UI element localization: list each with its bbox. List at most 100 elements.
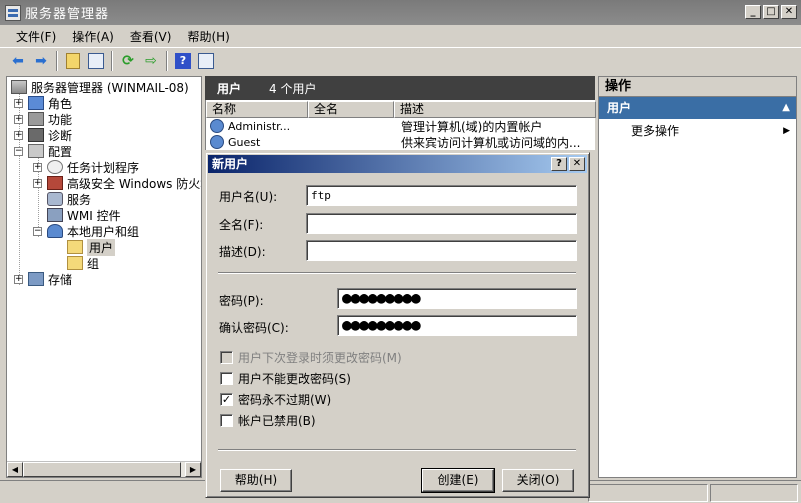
- tree-node-label: 角色: [48, 96, 73, 111]
- scroll-left-icon[interactable]: ◀: [7, 462, 23, 477]
- tree-node-firewall[interactable]: + 高级安全 Windows 防火墙: [33, 175, 202, 191]
- password-never-expires-checkbox-row[interactable]: ✓ 密码永不过期(W): [220, 391, 331, 408]
- tree-node-label: 本地用户和组: [67, 224, 140, 239]
- toolbar-separator: [56, 51, 58, 71]
- tree-node-roles[interactable]: + 角色: [14, 95, 72, 111]
- expand-icon[interactable]: +: [14, 274, 23, 284]
- cannot-change-password-checkbox-row[interactable]: 用户不能更改密码(S): [220, 370, 351, 387]
- export-list-icon[interactable]: ⇨: [141, 51, 161, 71]
- fullname-field[interactable]: [306, 213, 577, 234]
- tree-node-wmi[interactable]: WMI 控件: [47, 207, 121, 223]
- tree-node-label: 服务: [67, 192, 92, 207]
- up-level-button[interactable]: [63, 51, 83, 71]
- center-pane-title: 用户: [217, 81, 242, 96]
- tree-node-configuration[interactable]: − 配置: [14, 143, 72, 159]
- dialog-separator: [218, 272, 576, 274]
- list-cell-name: Guest: [206, 135, 401, 149]
- tree-node-label: 组: [87, 256, 100, 271]
- collapse-icon[interactable]: −: [33, 226, 42, 236]
- services-gear-icon: [47, 192, 63, 206]
- scroll-thumb[interactable]: [23, 462, 181, 477]
- confirm-password-label: 确认密码(C):: [219, 321, 289, 335]
- cannot-change-password-checkbox[interactable]: [220, 372, 233, 385]
- tree-node-task-scheduler[interactable]: + 任务计划程序: [33, 159, 139, 175]
- tree-node-label: 高级安全 Windows 防火墙: [67, 176, 202, 191]
- list-item[interactable]: Guest 供来宾访问计算机或访问域的内...: [206, 134, 596, 150]
- menu-bar: 文件(F) 操作(A) 查看(V) 帮助(H): [0, 25, 801, 47]
- tree-node-storage[interactable]: + 存储: [14, 271, 72, 287]
- must-change-password-checkbox: [220, 351, 233, 364]
- dialog-close-action-button[interactable]: 关闭(O): [502, 469, 574, 492]
- account-disabled-checkbox-row[interactable]: 帐户已禁用(B): [220, 412, 316, 429]
- user-name: Guest: [228, 135, 261, 149]
- list-item[interactable]: Administr... 管理计算机(域)的内置帐户: [206, 118, 596, 134]
- dialog-help-button[interactable]: ?: [551, 157, 567, 171]
- column-header-name[interactable]: 名称: [206, 101, 308, 118]
- column-header-description[interactable]: 描述: [394, 101, 596, 118]
- tree-node-users[interactable]: 用户: [67, 238, 116, 256]
- tree-horizontal-scrollbar[interactable]: ◀ ▶: [7, 461, 201, 477]
- checkbox-label: 密码永不过期(W): [238, 393, 332, 407]
- create-button[interactable]: 创建(E): [421, 468, 495, 493]
- minimize-button[interactable]: _: [745, 5, 761, 19]
- expand-icon[interactable]: +: [14, 114, 23, 124]
- more-actions-item[interactable]: 更多操作 ▶: [599, 119, 796, 141]
- tree-node-diagnostics[interactable]: + 诊断: [14, 127, 72, 143]
- users-icon: [47, 224, 63, 238]
- tree-node-features[interactable]: + 功能: [14, 111, 72, 127]
- tree-node-local-users-groups[interactable]: − 本地用户和组: [33, 223, 139, 239]
- expand-icon[interactable]: +: [14, 130, 23, 140]
- tree-node-root[interactable]: 服务器管理器 (WINMAIL-08): [11, 79, 189, 95]
- new-user-dialog: 新用户 ? ✕ 用户名(U): ftp 全名(F): 描述(D): 密码(P):…: [205, 152, 590, 498]
- toolbar: ⬅ ➡ ⟳ ⇨ ?: [0, 47, 801, 74]
- description-label: 描述(D):: [219, 245, 266, 259]
- tree-node-label: 诊断: [48, 128, 73, 143]
- tree-node-groups[interactable]: 组: [67, 255, 99, 271]
- tree-node-label: 存储: [48, 272, 73, 287]
- expand-icon[interactable]: +: [33, 162, 42, 172]
- password-field[interactable]: ●●●●●●●●●: [337, 288, 577, 309]
- password-label: 密码(P):: [219, 294, 264, 308]
- menu-view[interactable]: 查看(V): [122, 28, 180, 45]
- expand-icon[interactable]: +: [14, 98, 23, 108]
- back-arrow-icon[interactable]: ⬅: [8, 51, 28, 71]
- help-button[interactable]: 帮助(H): [220, 469, 292, 492]
- server-manager-icon: [5, 4, 21, 21]
- console-tree[interactable]: 服务器管理器 (WINMAIL-08) + 角色 + 功能 + 诊断 − 配置 …: [6, 76, 202, 478]
- collapse-icon[interactable]: −: [14, 146, 23, 156]
- dialog-close-button[interactable]: ✕: [569, 157, 585, 171]
- collapse-triangle-icon[interactable]: ▲: [782, 97, 790, 119]
- confirm-password-field[interactable]: ●●●●●●●●●: [337, 315, 577, 336]
- dialog-title: 新用户: [212, 157, 249, 171]
- tree-node-label: 用户: [87, 238, 116, 256]
- menu-action[interactable]: 操作(A): [64, 28, 122, 45]
- user-count: 4 个用户: [269, 81, 317, 96]
- forward-arrow-icon[interactable]: ➡: [31, 51, 51, 71]
- close-button[interactable]: ✕: [781, 5, 797, 19]
- password-never-expires-checkbox[interactable]: ✓: [220, 393, 233, 406]
- roles-icon: [28, 96, 44, 110]
- account-disabled-checkbox[interactable]: [220, 414, 233, 427]
- maximize-button[interactable]: □: [763, 5, 779, 19]
- tree-node-label: WMI 控件: [67, 208, 121, 223]
- column-header-fullname[interactable]: 全名: [308, 101, 394, 118]
- more-actions-label: 更多操作: [631, 124, 680, 138]
- help-button[interactable]: ?: [173, 51, 193, 71]
- tree-node-services[interactable]: 服务: [47, 191, 91, 207]
- must-change-password-checkbox-row: 用户下次登录时须更改密码(M): [220, 349, 402, 366]
- help-icon: ?: [175, 53, 191, 69]
- toolbar-separator: [111, 51, 113, 71]
- username-field[interactable]: ftp: [306, 185, 577, 206]
- actions-section-users[interactable]: 用户 ▲: [599, 97, 796, 119]
- show-hide-tree-button[interactable]: [86, 51, 106, 71]
- description-field[interactable]: [306, 240, 577, 261]
- menu-help[interactable]: 帮助(H): [179, 28, 237, 45]
- list-header: 名称 全名 描述: [206, 101, 596, 118]
- users-list[interactable]: 名称 全名 描述 Administr... 管理计算机(域)的内置帐户 Gues…: [205, 100, 596, 150]
- refresh-icon[interactable]: ⟳: [118, 51, 138, 71]
- menu-file[interactable]: 文件(F): [8, 28, 64, 45]
- show-hide-actions-button[interactable]: [196, 51, 216, 71]
- up-folder-icon: [66, 53, 80, 69]
- scroll-right-icon[interactable]: ▶: [185, 462, 201, 477]
- expand-icon[interactable]: +: [33, 178, 42, 188]
